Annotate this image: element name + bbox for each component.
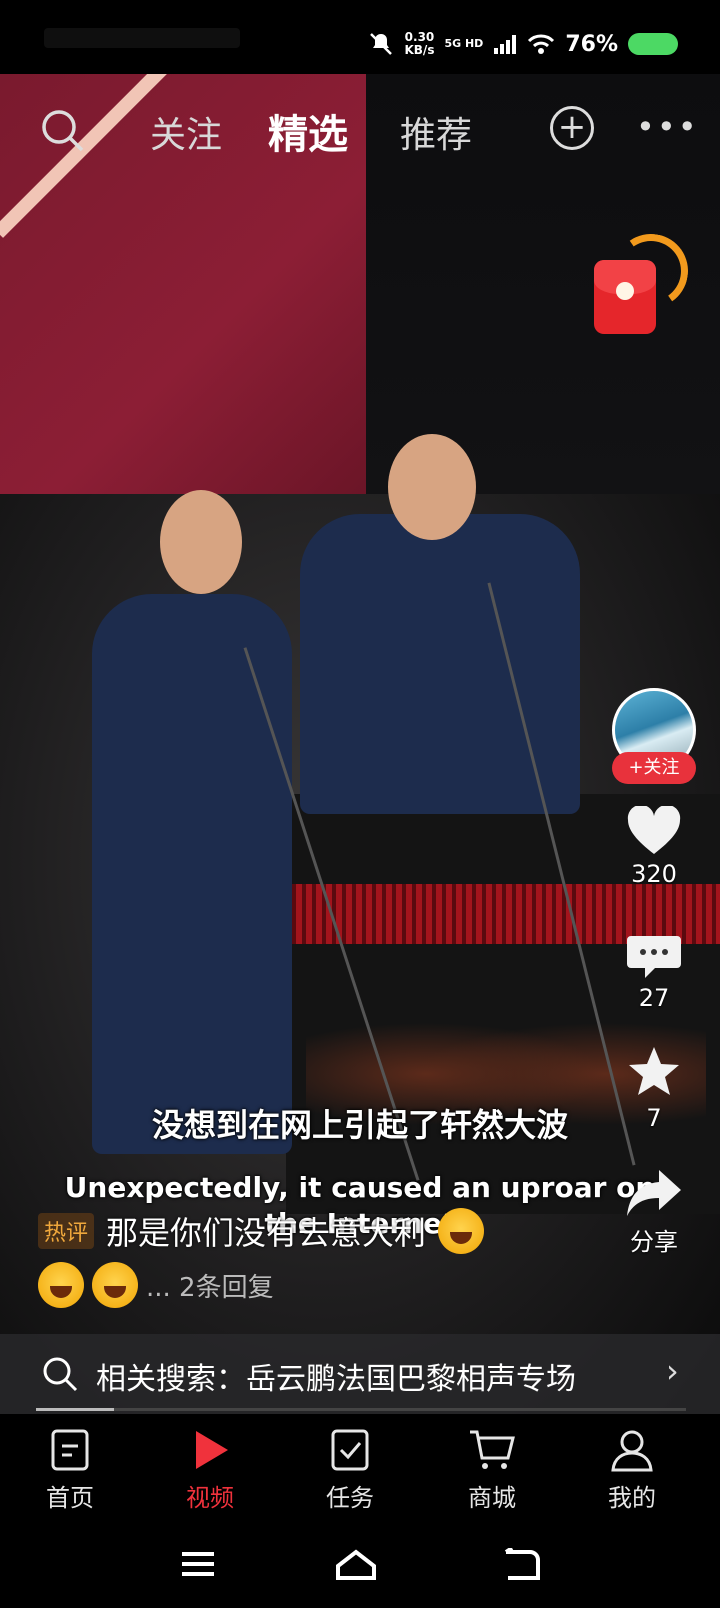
checkbox-icon xyxy=(331,1429,369,1471)
performer-right xyxy=(300,514,580,814)
star-icon xyxy=(629,1047,679,1095)
like-button[interactable]: 320 xyxy=(606,806,702,888)
battery-icon xyxy=(628,33,678,55)
nav-home-label: 首页 xyxy=(46,1484,94,1512)
wifi-icon xyxy=(528,34,555,54)
hot-comment-badge: 热评 xyxy=(38,1213,95,1249)
status-right: 0.30 KB/s 5G HD 76% xyxy=(368,28,678,60)
heart-icon xyxy=(627,806,681,854)
tab-recommend[interactable]: 推荐 xyxy=(400,106,472,158)
home-icon xyxy=(51,1429,89,1471)
nav-video-label: 视频 xyxy=(186,1484,234,1512)
performer-right-head xyxy=(388,434,476,540)
top-nav: 关注 精选 推荐 + ••• xyxy=(0,100,720,164)
related-search-bar[interactable]: 相关搜索：岳云鹏法国巴黎相声专场 › xyxy=(0,1334,720,1414)
home-button-icon[interactable] xyxy=(334,1548,378,1582)
signal-icon xyxy=(494,35,517,54)
bottom-nav: 首页 视频 任务 商城 我的 xyxy=(0,1414,720,1524)
related-search-text: 相关搜索：岳云鹏法国巴黎相声专场 xyxy=(96,1362,576,1397)
performer-left xyxy=(92,594,292,1154)
video-progress-bar[interactable] xyxy=(36,1408,686,1411)
hot-comment-text: 那是你们没有去意大利 xyxy=(106,1214,427,1252)
system-nav-bar xyxy=(0,1524,720,1608)
nav-home[interactable]: 首页 xyxy=(20,1428,120,1513)
laughing-emoji-icon xyxy=(438,1208,485,1254)
search-icon[interactable] xyxy=(40,108,84,152)
chevron-right-icon: › xyxy=(666,1352,679,1390)
nav-me-label: 我的 xyxy=(608,1484,656,1512)
play-icon xyxy=(196,1431,228,1469)
share-icon xyxy=(627,1170,681,1216)
comment-button[interactable]: 27 xyxy=(606,930,702,1012)
hot-comment[interactable]: 热评 那是你们没有去意大利 xyxy=(38,1208,485,1254)
nav-tasks[interactable]: 任务 xyxy=(300,1428,400,1513)
network-type: 5G HD xyxy=(444,37,484,50)
search-icon xyxy=(43,1357,78,1392)
menu-icon[interactable] xyxy=(180,1548,216,1580)
nav-tasks-label: 任务 xyxy=(326,1484,374,1512)
tab-follow[interactable]: 关注 xyxy=(150,106,222,158)
comment-icon xyxy=(627,936,681,978)
tab-featured[interactable]: 精选 xyxy=(268,102,348,160)
user-icon xyxy=(611,1430,653,1472)
performer-left-head xyxy=(160,490,242,594)
share-button[interactable]: 分享 xyxy=(606,1168,702,1257)
app-screen: 0.30 KB/s 5G HD 76% 关注 精选 推荐 + ••• +关注 3… xyxy=(0,0,720,1608)
reply-count: ... 2条回复 xyxy=(146,1272,274,1303)
more-icon[interactable]: ••• xyxy=(636,108,699,146)
nav-me[interactable]: 我的 xyxy=(582,1428,682,1513)
net-speed-unit: KB/s xyxy=(404,43,435,57)
nav-video[interactable]: 视频 xyxy=(160,1428,260,1513)
back-icon[interactable] xyxy=(500,1548,540,1582)
favorite-button[interactable]: 7 xyxy=(606,1044,702,1132)
add-icon[interactable]: + xyxy=(550,106,594,150)
comment-count: 27 xyxy=(638,984,670,1012)
nav-mall-label: 商城 xyxy=(468,1484,516,1512)
laughing-emoji-icon xyxy=(38,1262,84,1308)
follow-button[interactable]: +关注 xyxy=(612,752,696,784)
like-count: 320 xyxy=(631,860,677,888)
favorite-count: 7 xyxy=(646,1104,662,1132)
comment-replies[interactable]: ... 2条回复 xyxy=(38,1262,274,1308)
net-speed: 0.30 KB/s xyxy=(404,31,434,57)
mute-icon xyxy=(370,33,393,55)
status-bar: 0.30 KB/s 5G HD 76% xyxy=(0,0,720,74)
laughing-emoji-icon xyxy=(92,1262,138,1308)
cart-icon xyxy=(470,1430,515,1469)
battery-percent: 76% xyxy=(565,31,618,57)
status-notifications-blurred xyxy=(44,28,240,48)
share-label: 分享 xyxy=(630,1228,678,1256)
red-packet-icon[interactable] xyxy=(594,228,694,338)
nav-mall[interactable]: 商城 xyxy=(442,1428,542,1513)
